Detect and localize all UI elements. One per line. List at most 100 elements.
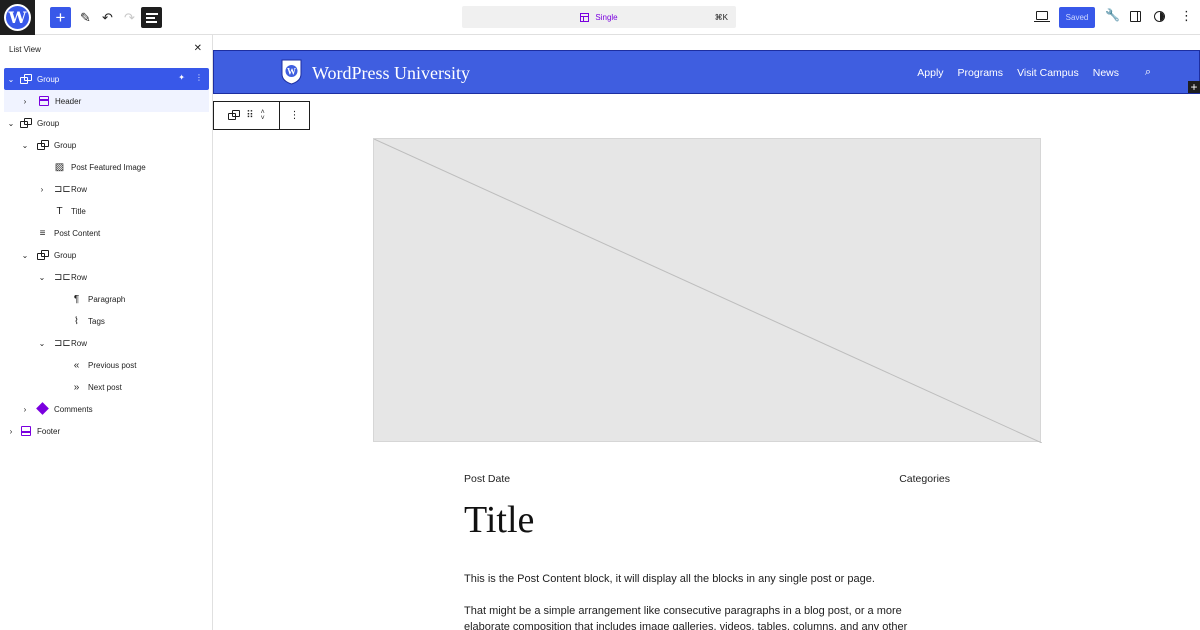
wordpress-logo-button[interactable]: W <box>0 0 35 35</box>
chevron-down-icon[interactable]: ⌄ <box>37 339 47 348</box>
chevron-down-icon[interactable]: ⌄ <box>6 75 16 84</box>
group-icon <box>20 73 32 85</box>
nav-link-news[interactable]: News <box>1093 67 1119 79</box>
chevron-down-icon[interactable]: ⌄ <box>37 273 47 282</box>
block-appender-plus-icon[interactable]: + <box>1188 81 1200 93</box>
group-icon[interactable] <box>228 109 241 122</box>
featured-image-icon: ▨ <box>54 161 65 173</box>
wordpress-icon: W <box>4 4 31 31</box>
post-featured-image-placeholder[interactable] <box>373 138 1042 443</box>
template-layout-icon <box>580 12 590 22</box>
editor-top-toolbar: W + ✎ ↶ ↷ Single ⌘K Saved 🔧 ⋮ <box>0 0 1200 35</box>
block-options-vertical-dots-icon[interactable]: ⋮ <box>280 102 309 129</box>
chevron-down-icon[interactable]: ⌄ <box>6 119 16 128</box>
list-item-group[interactable]: ⌄ Group <box>4 244 209 266</box>
list-item-row[interactable]: ⌄ ⊐⊏ Row <box>4 332 209 354</box>
saved-button[interactable]: Saved <box>1059 7 1095 28</box>
chevron-right-icon[interactable]: › <box>6 427 16 436</box>
list-item-paragraph[interactable]: ¶ Paragraph <box>4 288 209 310</box>
list-item-label: Title <box>71 206 86 216</box>
list-item-label: Row <box>71 184 88 194</box>
list-item-tags[interactable]: ⌇ Tags <box>4 310 209 332</box>
list-item-actions: ✦ ⋮ <box>178 73 203 82</box>
command-center-label: Single <box>595 12 618 22</box>
post-content-paragraph: This is the Post Content block, it will … <box>464 573 875 585</box>
group-icon <box>37 139 49 151</box>
chevron-right-icon[interactable]: › <box>37 185 47 194</box>
list-item-post-featured-image[interactable]: ▨ Post Featured Image <box>4 156 209 178</box>
list-item-title[interactable]: T Title <box>4 200 209 222</box>
list-item-group[interactable]: ⌄ Group <box>4 112 209 134</box>
list-item-label: Next post <box>88 382 122 392</box>
block-toolbar: ⠿ ˄ ˅ ⋮ <box>213 101 310 130</box>
post-content-icon: ≡ <box>39 227 46 239</box>
list-item-row[interactable]: › ⊐⊏ Row <box>4 178 209 200</box>
group-icon <box>20 117 32 129</box>
list-item-post-content[interactable]: ≡ Post Content <box>4 222 209 244</box>
pin-icon[interactable]: ✦ <box>178 73 185 82</box>
redo-icon[interactable]: ↷ <box>119 7 140 28</box>
block-movers: ˄ ˅ <box>261 109 265 122</box>
options-vertical-dots-icon[interactable]: ⋮ <box>195 73 203 82</box>
list-item-footer[interactable]: › Footer <box>4 420 209 442</box>
list-item-row[interactable]: ⌄ ⊐⊏ Row <box>4 266 209 288</box>
list-view-header: List View ✕ <box>0 35 212 63</box>
nav-link-visit-campus[interactable]: Visit Campus <box>1017 67 1079 79</box>
list-item-label: Comments <box>54 404 93 414</box>
next-post-icon: » <box>73 381 80 393</box>
nav-link-programs[interactable]: Programs <box>958 67 1004 79</box>
editor-canvas: W WordPress University Apply Programs Vi… <box>213 35 1200 630</box>
more-options-vertical-dots-icon[interactable]: ⋮ <box>1180 9 1193 22</box>
row-icon: ⊐⊏ <box>54 271 71 283</box>
list-view-title: List View <box>9 44 41 54</box>
list-item-label: Post Featured Image <box>71 162 146 172</box>
group-icon <box>37 249 49 261</box>
list-item-group[interactable]: ⌄ Group ✦ ⋮ <box>4 68 209 90</box>
drag-handle-icon[interactable]: ⠿ <box>246 110 253 121</box>
list-item-header[interactable]: › Header <box>4 90 209 112</box>
post-title[interactable]: Title <box>464 498 534 542</box>
move-down-icon[interactable]: ˅ <box>261 115 265 122</box>
list-item-label: Group <box>37 74 60 84</box>
list-item-label: Row <box>71 338 88 348</box>
header-icon <box>38 95 49 107</box>
block-inserter-button[interactable]: + <box>50 7 71 28</box>
site-navigation: Apply Programs Visit Campus News <box>917 67 1119 79</box>
chevron-right-icon[interactable]: › <box>20 405 30 414</box>
site-title[interactable]: WordPress University <box>312 63 470 84</box>
paragraph-icon: ¶ <box>73 293 80 305</box>
list-item-next-post[interactable]: » Next post <box>4 376 209 398</box>
svg-text:W: W <box>287 67 296 77</box>
chevron-down-icon[interactable]: ⌄ <box>20 251 30 260</box>
settings-sidebar-icon[interactable] <box>1130 11 1141 22</box>
list-item-previous-post[interactable]: « Previous post <box>4 354 209 376</box>
device-preview-desktop-icon[interactable] <box>1034 11 1050 22</box>
list-view-toggle-button[interactable] <box>141 7 162 28</box>
list-item-group[interactable]: ⌄ Group <box>4 134 209 156</box>
block-toolbar-controls: ⠿ ˄ ˅ <box>214 102 280 129</box>
chevron-down-icon[interactable]: ⌄ <box>20 141 30 150</box>
list-item-label: Previous post <box>88 360 137 370</box>
chevron-right-icon[interactable]: › <box>20 97 30 106</box>
styles-half-circle-icon[interactable] <box>1154 11 1165 22</box>
wrench-icon[interactable]: 🔧 <box>1105 8 1120 22</box>
post-categories[interactable]: Categories <box>899 473 950 485</box>
list-view-tree: ⌄ Group ✦ ⋮ › Header ⌄ Group ⌄ Group ▨ P… <box>4 68 209 442</box>
command-center-button[interactable]: Single ⌘K <box>462 6 736 28</box>
university-shield-logo-icon: W <box>281 59 302 85</box>
list-item-label: Tags <box>88 316 105 326</box>
post-date[interactable]: Post Date <box>464 473 510 485</box>
title-icon: T <box>56 205 63 217</box>
list-item-label: Paragraph <box>88 294 126 304</box>
post-content-paragraph: That might be a simple arrangement like … <box>464 605 908 630</box>
search-icon[interactable]: ⌕ <box>1145 66 1151 79</box>
undo-icon[interactable]: ↶ <box>97 7 118 28</box>
site-header[interactable]: W WordPress University Apply Programs Vi… <box>213 50 1200 94</box>
edit-tools-pencil-icon[interactable]: ✎ <box>75 7 96 28</box>
close-icon[interactable]: ✕ <box>194 43 202 54</box>
list-item-comments[interactable]: › Comments <box>4 398 209 420</box>
list-item-label: Footer <box>37 426 61 436</box>
post-content[interactable]: This is the Post Content block, it will … <box>464 571 950 630</box>
placeholder-diagonal-line <box>374 139 1042 443</box>
nav-link-apply[interactable]: Apply <box>917 67 943 79</box>
